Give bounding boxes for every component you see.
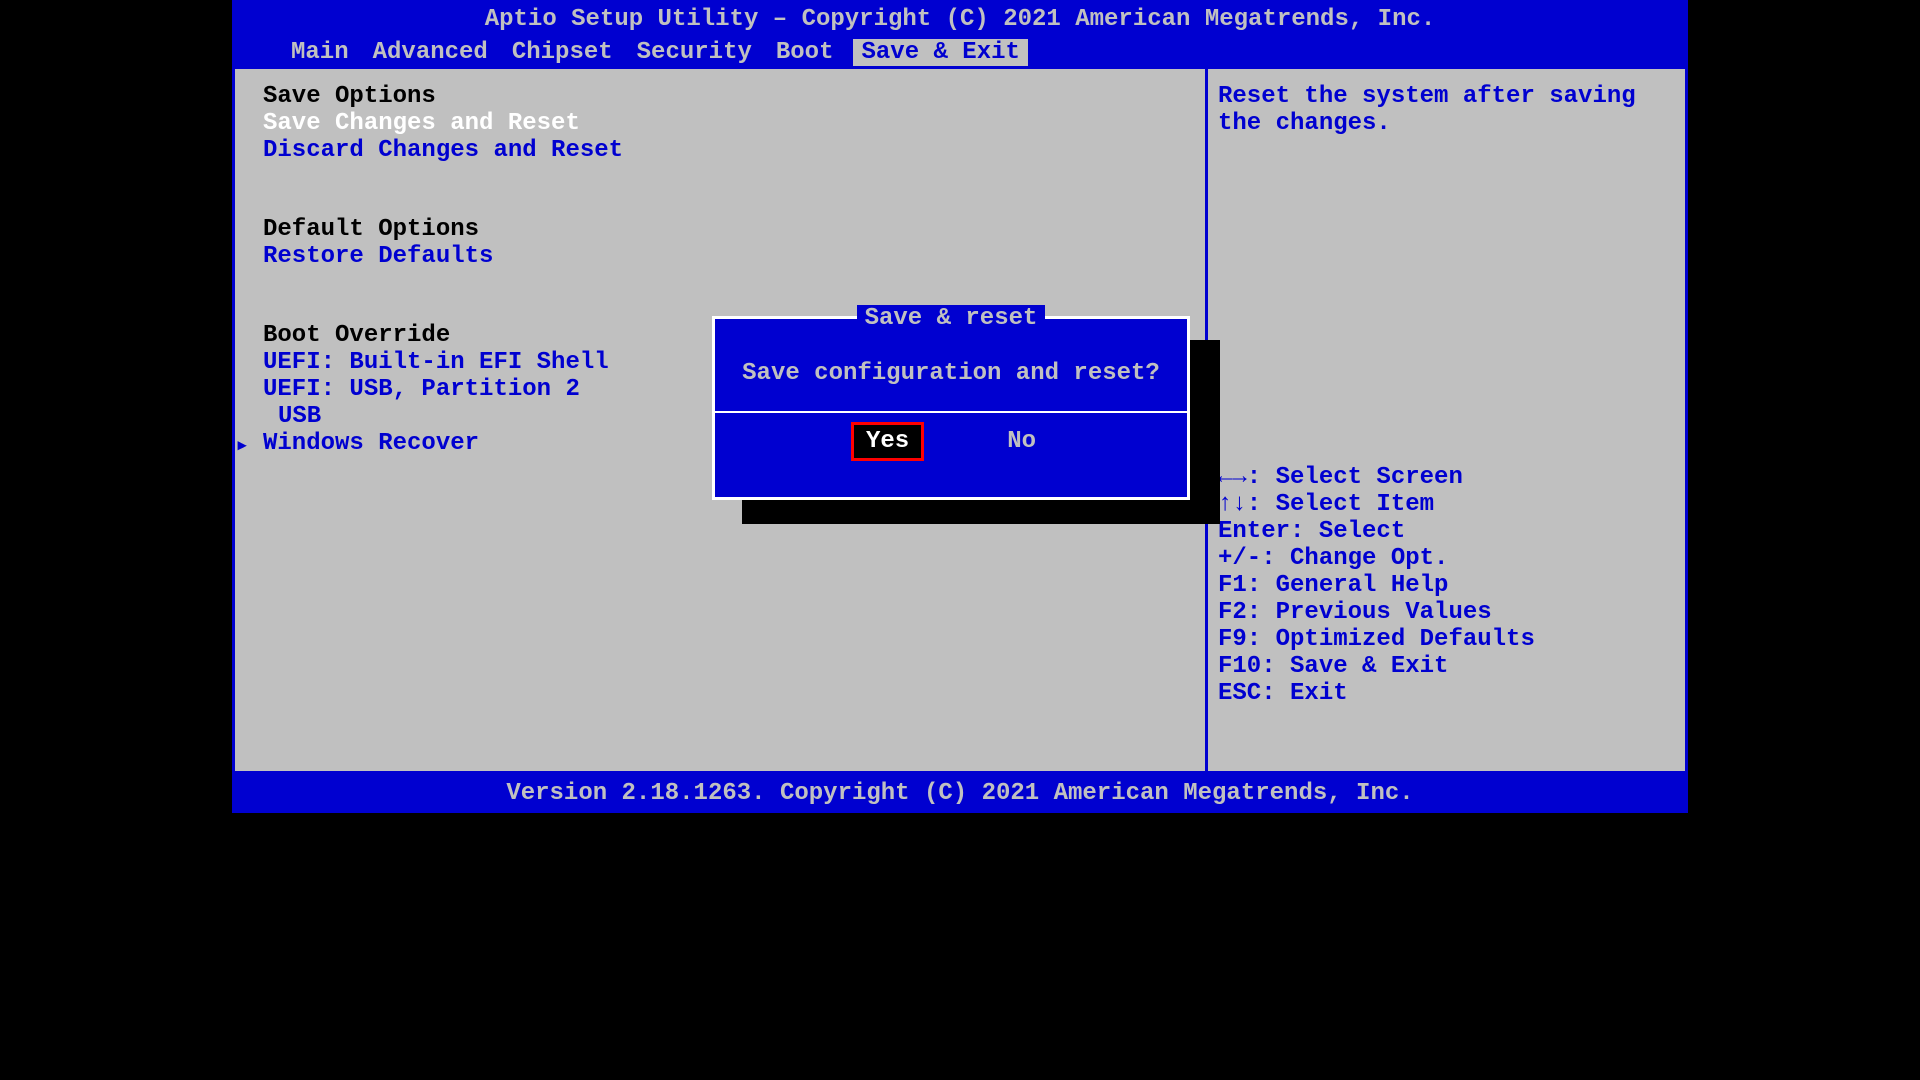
default-options-header: Default Options — [263, 216, 1177, 243]
utility-footer: Version 2.18.1263. Copyright (C) 2021 Am… — [232, 774, 1688, 813]
key-save-exit: F10: Save & Exit — [1218, 653, 1675, 680]
tab-main[interactable]: Main — [287, 39, 353, 66]
key-select-screen: ←→: Select Screen — [1218, 464, 1675, 491]
key-optimized-defaults: F9: Optimized Defaults — [1218, 626, 1675, 653]
key-legend: ←→: Select Screen ↑↓: Select Item Enter:… — [1218, 464, 1675, 757]
key-select-item: ↑↓: Select Item — [1218, 491, 1675, 518]
submenu-arrow-icon: ▸ — [235, 430, 249, 460]
right-panel: Reset the system after saving the change… — [1205, 69, 1685, 771]
dialog-title: Save & reset — [857, 305, 1046, 332]
key-change-opt: +/-: Change Opt. — [1218, 545, 1675, 572]
utility-header: Aptio Setup Utility – Copyright (C) 2021… — [232, 0, 1688, 39]
save-options-header: Save Options — [263, 83, 1177, 110]
key-previous-values: F2: Previous Values — [1218, 599, 1675, 626]
dialog-no-button[interactable]: No — [995, 425, 1048, 458]
key-select: Enter: Select — [1218, 518, 1675, 545]
help-text: Reset the system after saving the change… — [1218, 83, 1675, 137]
tab-chipset[interactable]: Chipset — [508, 39, 617, 66]
tab-boot[interactable]: Boot — [772, 39, 838, 66]
dialog-buttons: Yes No — [715, 411, 1187, 470]
key-general-help: F1: General Help — [1218, 572, 1675, 599]
restore-defaults[interactable]: Restore Defaults — [263, 243, 1177, 270]
tab-security[interactable]: Security — [633, 39, 756, 66]
save-reset-dialog: Save & reset Save configuration and rese… — [712, 316, 1190, 500]
save-changes-reset[interactable]: Save Changes and Reset — [263, 110, 1177, 137]
tab-advanced[interactable]: Advanced — [369, 39, 492, 66]
discard-changes-reset[interactable]: Discard Changes and Reset — [263, 137, 1177, 164]
key-exit: ESC: Exit — [1218, 680, 1675, 707]
menu-tabs: Main Advanced Chipset Security Boot Save… — [232, 39, 1688, 66]
boot-windows-recover-label: Windows Recover — [263, 430, 479, 457]
dialog-message: Save configuration and reset? — [715, 346, 1187, 411]
dialog-yes-button[interactable]: Yes — [854, 425, 921, 458]
tab-save-exit[interactable]: Save & Exit — [853, 39, 1027, 66]
